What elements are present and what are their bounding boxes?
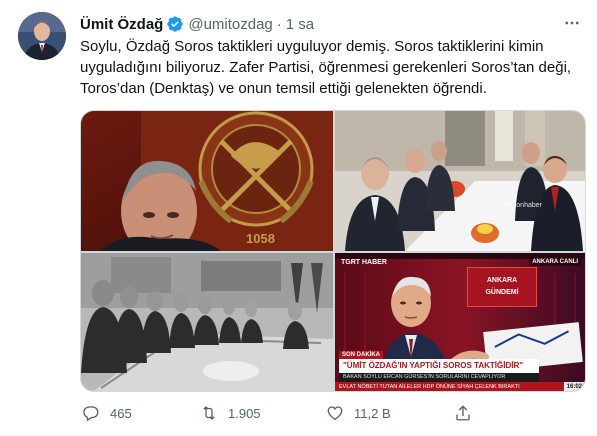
tv-program-line: ANKARA: [486, 277, 518, 284]
tv-ticker: EVLAT NÖBETİ TUTAN AİLELER HDP ÖNÜNE SİY…: [335, 382, 585, 391]
photo-4-tv-screenshot[interactable]: TGRT HABER ANKARA CANLI ANKARA GÜNDEMİ S…: [335, 253, 585, 391]
tv-headline: "ÜMİT ÖZDAĞ'IN YAPTIĞI SOROS TAKTİĞİDİR": [339, 359, 539, 373]
reply-button[interactable]: 465: [82, 402, 132, 424]
emblem-number: 1058: [246, 231, 275, 246]
tv-channel-logo: TGRT HABER: [341, 259, 387, 266]
share-icon: [454, 404, 472, 422]
tv-program-line: GÜNDEMİ: [485, 289, 519, 296]
avatar[interactable]: [18, 12, 66, 60]
more-icon[interactable]: [561, 12, 583, 34]
verified-badge-icon: [166, 15, 184, 33]
reply-icon: [82, 404, 100, 422]
tweet-text: Soylu, Özdağ Soros taktikleri uyguluyor …: [80, 36, 580, 99]
tv-subline: BAKAN SOYLU ERCAN GÜRSES'İN SORULARINI C…: [339, 373, 539, 382]
tv-live-label: ANKARA CANLI: [529, 258, 581, 266]
photo-1[interactable]: 1058: [81, 111, 333, 251]
tweet-card[interactable]: Ümit Özdağ @umitozdag · 1 sa Soylu, Özda…: [0, 0, 597, 436]
tweet-timestamp[interactable]: 1 sa: [286, 16, 314, 33]
retweet-button[interactable]: 1.905: [200, 402, 261, 424]
tweet-text-line: uyguladığını biliyoruz. Zafer Partisi, ö…: [80, 59, 572, 76]
tweet-text-line: Soylu, Özdağ Soros taktikleri uyguluyor …: [80, 38, 544, 55]
action-bar: 465 1.905 11,2 B: [80, 402, 586, 424]
tv-clock: 16:02: [563, 382, 585, 391]
reply-count: 465: [110, 405, 132, 421]
tweet-text-line: Toros’dan (Denktaş) ve onun temsil ettiğ…: [80, 80, 487, 97]
share-button[interactable]: [454, 402, 472, 424]
photo-2[interactable]: ensonhaber: [335, 111, 585, 251]
separator-dot: ·: [276, 15, 282, 33]
author-name[interactable]: Ümit Özdağ: [80, 16, 163, 33]
tweet-header: Ümit Özdağ @umitozdag · 1 sa: [80, 14, 314, 34]
photo-3[interactable]: [81, 253, 333, 391]
retweet-icon: [200, 404, 218, 422]
media-grid: 1058 ensonhaber TGRT HABER ANKARA CANLI …: [80, 110, 586, 392]
tv-program-logo: ANKARA GÜNDEMİ: [467, 267, 537, 307]
author-handle[interactable]: @umitozdag: [188, 16, 272, 33]
like-button[interactable]: 11,2 B: [326, 402, 391, 424]
like-count: 11,2 B: [354, 405, 391, 421]
like-icon: [326, 404, 344, 422]
tv-kicker: SON DAKİKA: [339, 351, 384, 359]
retweet-count: 1.905: [228, 405, 261, 421]
watermark-text: ensonhaber: [505, 202, 543, 209]
